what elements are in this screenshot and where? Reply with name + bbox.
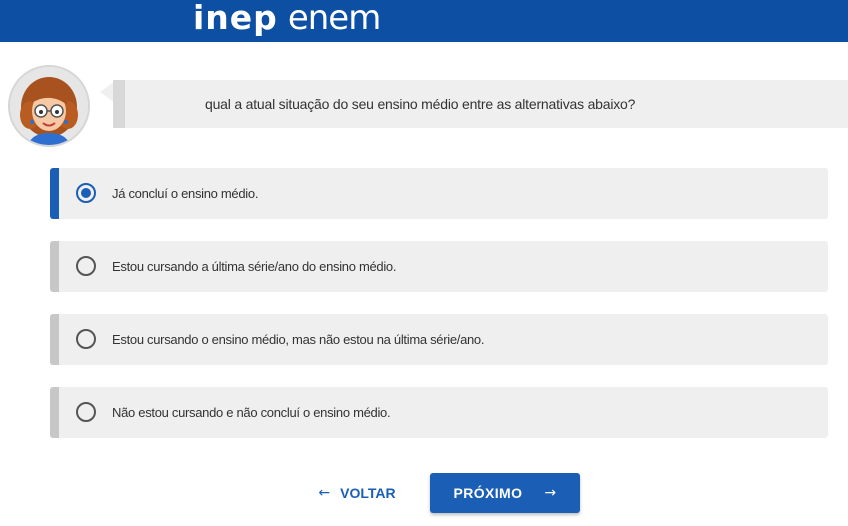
- logo-inep-text: inep: [193, 0, 278, 37]
- option-2[interactable]: Estou cursando a última série/ano do ens…: [50, 241, 828, 292]
- option-label: Estou cursando o ensino médio, mas não e…: [112, 332, 485, 347]
- assistant-speech-bubble: qual a atual situação do seu ensino médi…: [113, 80, 848, 128]
- logo-enem-text: enem: [287, 0, 382, 38]
- next-button[interactable]: PRÓXIMO →: [430, 473, 580, 513]
- radio-button[interactable]: [76, 402, 96, 422]
- app-header: inep enem: [0, 0, 848, 42]
- assistant-avatar-icon: [8, 65, 90, 147]
- next-button-label: PRÓXIMO: [453, 485, 523, 501]
- arrow-right-icon: →: [544, 485, 557, 501]
- option-label: Já concluí o ensino médio.: [112, 186, 259, 201]
- radio-selected-dot: [81, 188, 91, 198]
- option-3[interactable]: Estou cursando o ensino médio, mas não e…: [50, 314, 828, 365]
- radio-button[interactable]: [76, 329, 96, 349]
- option-4[interactable]: Não estou cursando e não concluí o ensin…: [50, 387, 828, 438]
- option-label: Não estou cursando e não concluí o ensin…: [112, 405, 391, 420]
- option-label: Estou cursando a última série/ano do ens…: [112, 259, 397, 274]
- arrow-left-icon: ←: [318, 485, 331, 501]
- option-1[interactable]: Já concluí o ensino médio.: [50, 168, 828, 219]
- back-button-label: VOLTAR: [340, 485, 396, 501]
- radio-button[interactable]: [76, 256, 96, 276]
- radio-button[interactable]: [76, 183, 96, 203]
- inep-enem-logo: inep enem: [193, 0, 382, 45]
- back-button[interactable]: ← VOLTAR: [305, 474, 409, 512]
- speech-bubble-tail: [100, 82, 114, 102]
- question-text: qual a atual situação do seu ensino médi…: [205, 96, 636, 112]
